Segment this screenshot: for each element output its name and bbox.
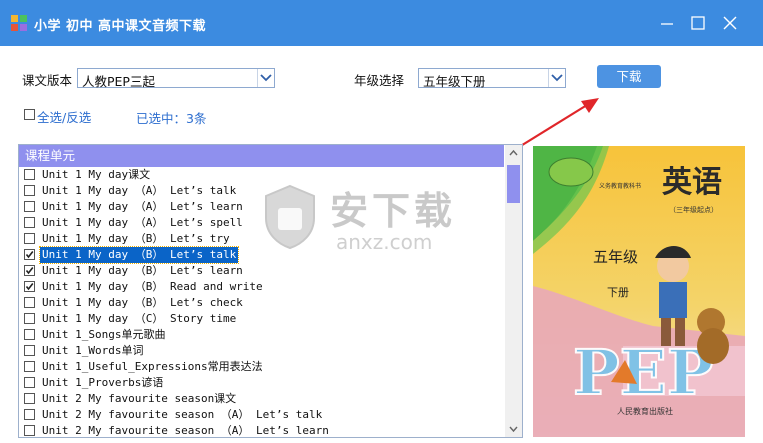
list-item-label: Unit 1 My day （B） Let’s check	[42, 296, 243, 309]
list-item-checkbox[interactable]	[24, 233, 35, 244]
chevron-down-icon	[260, 74, 272, 82]
scroll-down-button[interactable]	[505, 420, 522, 437]
watermark-text-en: anxz.com	[336, 230, 433, 254]
list-item-label: Unit 1 My day课文	[42, 168, 151, 181]
list-item[interactable]: Unit 1_Proverbs谚语	[19, 375, 505, 391]
list-item-label: Unit 1 My day （A） Let’s talk	[42, 184, 237, 197]
checkmark-icon	[25, 267, 34, 275]
list-item-label: Unit 1 My day （A） Let’s learn	[42, 200, 243, 213]
list-item-checkbox[interactable]	[24, 265, 35, 276]
scroll-up-button[interactable]	[505, 145, 522, 162]
list-item[interactable]: Unit 1 My day （C） Story time	[19, 311, 505, 327]
list-item[interactable]: Unit 1 My day （B） Read and write	[19, 279, 505, 295]
checkmark-icon	[25, 251, 34, 259]
book-title: 英语	[662, 165, 722, 200]
list-header: 课程单元	[19, 145, 504, 167]
list-item-checkbox[interactable]	[24, 345, 35, 356]
list-item-checkbox[interactable]	[24, 281, 35, 292]
list-item-checkbox[interactable]	[24, 297, 35, 308]
book-cover-image: PEP 英语 （三年级起点） 义务教育教科书 五年级 下册 人民教育出版社	[533, 146, 745, 437]
title-bar: 小学 初中 高中课文音频下载	[0, 0, 763, 46]
list-item[interactable]: Unit 1_Useful_Expressions常用表达法	[19, 359, 505, 375]
edition-select-value: 人教PEP三起	[82, 74, 155, 89]
list-item[interactable]: Unit 1 My day （B） Let’s learn	[19, 263, 505, 279]
list-item-label: Unit 1_Useful_Expressions常用表达法	[42, 360, 263, 373]
grade-select-value: 五年级下册	[423, 74, 486, 89]
edition-select[interactable]: 人教PEP三起	[77, 68, 275, 89]
list-item-label: Unit 1 My day （B） Let’s learn	[42, 264, 243, 277]
book-publisher: 人民教育出版社	[617, 406, 673, 416]
list-item-checkbox[interactable]	[24, 201, 35, 212]
book-volume: 下册	[607, 286, 629, 299]
list-item-checkbox[interactable]	[24, 185, 35, 196]
list-item-label: Unit 1_Songs单元歌曲	[42, 328, 166, 341]
watermark: 安下载 anxz.com	[260, 176, 500, 262]
list-item[interactable]: Unit 1_Songs单元歌曲	[19, 327, 505, 343]
list-item-label: Unit 1 My day （B） Read and write	[42, 280, 263, 293]
list-item-checkbox[interactable]	[24, 329, 35, 340]
book-grade: 五年级	[593, 248, 638, 266]
list-item-label: Unit 1 My day （A） Let’s spell	[42, 216, 243, 229]
app-logo-icon	[11, 15, 27, 31]
list-item[interactable]: Unit 2 My favourite season （A） Let’s tal…	[19, 407, 505, 423]
list-item[interactable]: Unit 1 My day （B） Let’s check	[19, 295, 505, 311]
select-all-checkbox[interactable]	[24, 109, 35, 120]
chevron-down-icon	[509, 426, 518, 433]
edition-label: 课文版本	[22, 73, 73, 88]
edition-dropdown-button[interactable]	[257, 69, 274, 87]
list-item-checkbox[interactable]	[24, 425, 35, 436]
svg-text:PEP: PEP	[573, 336, 714, 409]
grade-select[interactable]: 五年级下册	[418, 68, 566, 89]
list-item-checkbox[interactable]	[24, 393, 35, 404]
list-item-checkbox[interactable]	[24, 217, 35, 228]
watermark-text-cn: 安下载	[330, 189, 457, 233]
list-item-checkbox[interactable]	[24, 313, 35, 324]
list-item[interactable]: Unit 1_Words单词	[19, 343, 505, 359]
maximize-icon	[691, 16, 705, 30]
list-item-label: Unit 2 My favourite season （A） Let’s tal…	[42, 408, 323, 421]
list-item-checkbox[interactable]	[24, 169, 35, 180]
list-item-label: Unit 1 My day （C） Story time	[42, 312, 237, 325]
list-item-checkbox[interactable]	[24, 377, 35, 388]
list-item-label: Unit 1_Words单词	[42, 344, 144, 357]
close-icon	[723, 16, 737, 30]
grade-dropdown-button[interactable]	[548, 69, 565, 87]
download-button[interactable]: 下载	[597, 65, 661, 88]
select-all-label[interactable]: 全选/反选	[37, 107, 91, 126]
list-item-label: Unit 2 My favourite season课文	[42, 392, 237, 405]
shield-icon	[265, 184, 315, 250]
minimize-icon	[661, 23, 673, 25]
chevron-down-icon	[551, 74, 563, 82]
list-scrollbar[interactable]	[505, 145, 522, 437]
list-item-label: Unit 1 My day （B） Let’s try	[42, 232, 230, 245]
window-title: 小学 初中 高中课文音频下载	[34, 19, 207, 34]
minimize-button[interactable]	[654, 10, 680, 36]
scrollbar-thumb[interactable]	[507, 165, 520, 203]
list-item-label: Unit 1_Proverbs谚语	[42, 376, 164, 389]
list-item-checkbox[interactable]	[24, 249, 35, 260]
chevron-up-icon	[509, 149, 518, 156]
list-item[interactable]: Unit 2 My favourite season （A） Let’s lea…	[19, 423, 505, 437]
grade-label: 年级选择	[354, 73, 405, 88]
list-item-label: Unit 2 My favourite season （A） Let’s lea…	[42, 424, 329, 437]
book-cover-illustration: PEP 英语 （三年级起点） 义务教育教科书 五年级 下册 人民教育出版社	[533, 146, 745, 437]
checkmark-icon	[25, 283, 34, 291]
selected-count: 已选中：3条	[136, 111, 207, 126]
list-item-label: Unit 1 My day （B） Let’s talk	[38, 246, 240, 264]
list-item-checkbox[interactable]	[24, 361, 35, 372]
maximize-button[interactable]	[685, 10, 711, 36]
close-button[interactable]	[717, 10, 743, 36]
book-series: 义务教育教科书	[599, 182, 641, 190]
list-item-checkbox[interactable]	[24, 409, 35, 420]
book-subtitle: （三年级起点）	[669, 205, 718, 214]
list-item[interactable]: Unit 2 My favourite season课文	[19, 391, 505, 407]
